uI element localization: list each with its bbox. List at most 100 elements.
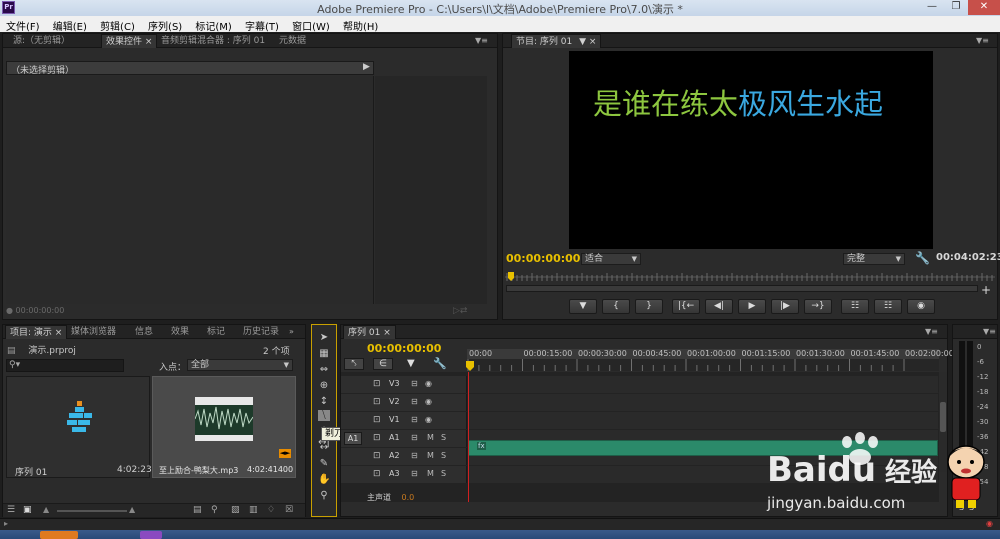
close-icon[interactable]: ✕ <box>968 0 1000 15</box>
trash-icon[interactable]: ☒ <box>285 505 293 515</box>
thumbnail-zoom-slider[interactable] <box>57 510 127 512</box>
track-name[interactable]: V1 <box>389 415 400 424</box>
expand-arrow-icon[interactable]: ▶ <box>363 62 370 72</box>
project-item-sequence[interactable]: 序列 01 4:02:23 <box>6 376 152 478</box>
find-icon[interactable]: ⚲ <box>211 505 218 515</box>
track-name[interactable]: V3 <box>389 379 400 388</box>
add-button-icon[interactable]: + <box>981 283 991 297</box>
track-lane[interactable] <box>468 394 938 411</box>
menu-help[interactable]: 帮助(H) <box>337 16 382 33</box>
zoom-out-icon[interactable]: ▲ <box>43 505 49 514</box>
settings-wrench-icon[interactable]: 🔧 <box>915 251 930 265</box>
track-name[interactable]: A1 <box>389 433 400 442</box>
zoom-dropdown[interactable]: 适合 ▼ <box>581 253 641 265</box>
new-bin-icon[interactable]: ▧ <box>231 505 240 515</box>
tab-history[interactable]: 历史记录 <box>239 325 283 339</box>
master-volume-value[interactable]: 0.0 <box>402 493 415 502</box>
solo-button[interactable]: S <box>441 451 446 460</box>
menu-file[interactable]: 文件(F) <box>0 16 44 33</box>
timeline-settings-wrench-icon[interactable]: 🔧 <box>433 357 447 370</box>
play-button[interactable]: ▶ <box>738 299 766 314</box>
timeline-vertical-scrollbar[interactable] <box>939 372 947 472</box>
tab-audio-clip-mixer[interactable]: 音频剪辑混合器 : 序列 01 <box>157 34 269 48</box>
in-point-dropdown[interactable]: 全部 ▼ <box>187 359 293 371</box>
sync-lock-icon[interactable]: ⊟ <box>411 379 418 388</box>
toggle-output-eye-icon[interactable]: ◉ <box>425 415 432 424</box>
track-name[interactable]: A3 <box>389 469 400 478</box>
selection-tool-icon[interactable]: ➤ <box>318 332 330 343</box>
zoom-tool-icon[interactable]: ⚲ <box>318 490 330 501</box>
hand-tool-icon[interactable]: ✋ <box>318 474 330 485</box>
tab-close-icon[interactable]: × <box>589 37 597 47</box>
track-lock-icon[interactable]: ⊡ <box>373 415 381 425</box>
tab-metadata[interactable]: 元数据 <box>275 34 310 48</box>
track-lock-icon[interactable]: ⊡ <box>373 379 381 389</box>
error-indicator-icon[interactable]: ◉ <box>986 519 993 528</box>
timeline-timecode[interactable]: 00:00:00:00 <box>367 342 441 355</box>
taskbar-app-icon[interactable] <box>40 531 78 539</box>
solo-button[interactable]: S <box>441 433 446 442</box>
new-item-icon[interactable]: ▥ <box>249 505 258 515</box>
tab-close-icon[interactable]: × <box>55 328 63 338</box>
sync-lock-icon[interactable]: ⊟ <box>411 415 418 424</box>
mute-button[interactable]: M <box>427 469 434 478</box>
search-input[interactable]: ⚲▾ <box>6 359 124 372</box>
pen-tool-icon[interactable]: ✎ <box>318 458 330 469</box>
step-forward-button[interactable]: |▶ <box>771 299 799 314</box>
tab-program[interactable]: 节目: 序列 01 ▼ × <box>511 34 602 48</box>
sync-lock-icon[interactable]: ⊟ <box>411 451 418 460</box>
step-back-button[interactable]: ◀| <box>705 299 733 314</box>
rate-stretch-tool-icon[interactable]: ↕ <box>318 396 330 407</box>
panel-menu-icon[interactable]: » <box>289 327 294 336</box>
track-name[interactable]: A2 <box>389 451 400 460</box>
track-lane[interactable] <box>468 412 938 429</box>
tab-info[interactable]: 信息 <box>131 325 157 339</box>
play-audio-icon[interactable]: ▷⇄ <box>453 306 467 316</box>
linked-selection-icon[interactable]: ∈ <box>373 358 393 370</box>
track-lock-icon[interactable]: ⊡ <box>373 451 381 461</box>
list-view-icon[interactable]: ☰ <box>7 505 15 515</box>
solo-left-button[interactable]: S <box>959 503 964 512</box>
track-name[interactable]: V2 <box>389 397 400 406</box>
track-lane[interactable] <box>468 376 938 393</box>
go-to-out-button[interactable]: →} <box>804 299 832 314</box>
tab-sequence[interactable]: 序列 01 × <box>343 325 396 339</box>
program-time-ruler[interactable] <box>505 272 998 286</box>
slide-tool-icon[interactable]: ↔ <box>318 442 330 453</box>
add-marker-button[interactable]: ▼ <box>569 299 597 314</box>
panel-menu-icon[interactable]: ▼≡ <box>983 327 996 336</box>
ripple-edit-tool-icon[interactable]: ⇔ <box>318 364 330 375</box>
program-current-timecode[interactable]: 00:00:00:00 <box>506 252 580 265</box>
track-lock-icon[interactable]: ⊡ <box>373 433 381 443</box>
zoom-in-icon[interactable]: ▲ <box>129 505 135 514</box>
extract-button[interactable]: ☷ <box>874 299 902 314</box>
audio-clip-a1[interactable]: fx <box>468 440 938 456</box>
menu-window[interactable]: 窗口(W) <box>286 16 334 33</box>
rolling-edit-tool-icon[interactable]: ⊕ <box>318 380 330 391</box>
icon-view-icon[interactable]: ▣ <box>23 505 32 515</box>
solo-right-button[interactable]: S <box>969 503 974 512</box>
panel-menu-icon[interactable]: ▼≡ <box>976 36 989 45</box>
sync-lock-icon[interactable]: ⊟ <box>411 433 418 442</box>
track-lane[interactable] <box>468 466 938 483</box>
toggle-output-eye-icon[interactable]: ◉ <box>425 379 432 388</box>
snap-icon[interactable]: ⤣ <box>344 358 364 370</box>
timeline-ruler[interactable]: 00:00 00:00:15:00 00:00:30:00 00:00:45:00 00… <box>466 349 954 371</box>
menu-sequence[interactable]: 序列(S) <box>142 16 186 33</box>
mark-in-button[interactable]: { <box>602 299 630 314</box>
lift-button[interactable]: ☷ <box>841 299 869 314</box>
minimize-icon[interactable]: — <box>920 0 944 15</box>
menu-clip[interactable]: 剪辑(C) <box>94 16 139 33</box>
automate-to-sequence-icon[interactable]: ▤ <box>193 505 202 515</box>
mute-button[interactable]: M <box>427 433 434 442</box>
track-select-tool-icon[interactable]: ▦ <box>318 348 330 359</box>
scrollbar-thumb[interactable] <box>940 402 946 432</box>
taskbar-premiere-icon[interactable] <box>140 531 162 539</box>
mute-button[interactable]: M <box>427 451 434 460</box>
menu-title[interactable]: 字幕(T) <box>239 16 283 33</box>
sync-lock-icon[interactable]: ⊟ <box>411 397 418 406</box>
tab-close-icon[interactable]: × <box>145 37 153 47</box>
tab-source[interactable]: 源:（无剪辑） <box>9 34 74 48</box>
go-to-in-button[interactable]: |{← <box>672 299 700 314</box>
panel-menu-icon[interactable]: ▼≡ <box>475 36 488 45</box>
